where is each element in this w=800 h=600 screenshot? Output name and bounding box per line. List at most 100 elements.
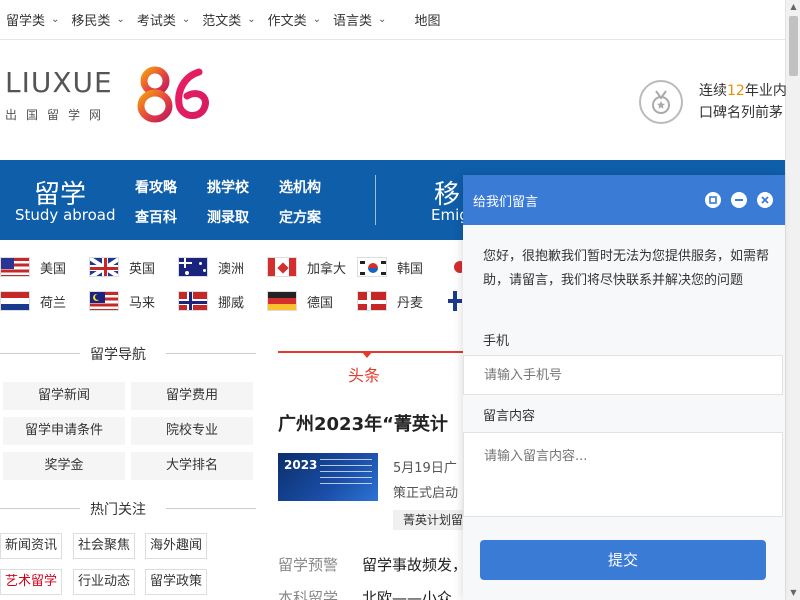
- headline-tab-indicator: [362, 352, 372, 358]
- submit-button[interactable]: 提交: [480, 540, 766, 580]
- message-panel-notice: 您好，很抱歉我们暂时无法为您提供服务，如需帮助，请留言，我们将尽快联系并解决您的…: [483, 249, 770, 288]
- band-link[interactable]: 测录取: [207, 207, 249, 227]
- kr-flag-icon: [357, 257, 387, 277]
- article-tag[interactable]: 菁英计划留: [393, 510, 474, 530]
- country-name: 澳洲: [218, 261, 245, 277]
- minimize-icon[interactable]: [731, 192, 747, 208]
- list-category[interactable]: 本科留学: [278, 587, 338, 600]
- nav-box[interactable]: 留学新闻: [3, 382, 125, 410]
- phone-input[interactable]: [463, 355, 783, 395]
- list-category[interactable]: 留学预警: [278, 554, 338, 575]
- nav-section-title: 留学导航: [90, 347, 146, 363]
- hot-section-title: 热门关注: [90, 502, 146, 518]
- hot-tag[interactable]: 新闻资讯: [0, 533, 63, 559]
- nav-yuyan[interactable]: 语言类 ⌄: [333, 10, 386, 29]
- article-title[interactable]: 广州2023年“菁英计: [278, 410, 448, 436]
- medal-glyph-icon: [652, 90, 670, 114]
- country-item[interactable]: 丹麦: [357, 291, 423, 311]
- logo-86-icon: [137, 66, 209, 123]
- nav-box[interactable]: 奖学金: [3, 452, 125, 480]
- band-link[interactable]: 挑学校: [207, 177, 249, 197]
- band-liuxue-en[interactable]: Study abroad: [15, 206, 116, 224]
- section-divider: [166, 353, 256, 354]
- nav-label: 留学类: [6, 14, 46, 29]
- section-divider: [166, 508, 256, 509]
- my-flag-icon: [89, 291, 119, 311]
- nav-yimin[interactable]: 移民类 ⌄: [71, 10, 124, 29]
- scrollbar-thumb[interactable]: [789, 16, 798, 76]
- jp-flag-icon[interactable]: [448, 257, 462, 277]
- article-summary: 5月19日广: [393, 461, 457, 476]
- country-item[interactable]: 英国: [89, 257, 155, 277]
- band-link[interactable]: 看攻略: [135, 177, 177, 197]
- band-link[interactable]: 定方案: [279, 207, 321, 227]
- no-flag-icon: [178, 291, 208, 311]
- nav-map[interactable]: 地图: [414, 10, 440, 29]
- ca-flag-icon: [267, 257, 297, 277]
- band-link[interactable]: 选机构: [279, 177, 321, 197]
- country-item[interactable]: 韩国: [357, 257, 423, 277]
- content-label: 留言内容: [483, 409, 536, 424]
- message-panel: 给我们留言 您好，很抱歉我们暂时无法为您提供服务，如需帮助，请留言，我们将尽快联…: [463, 175, 785, 600]
- fi-flag-icon[interactable]: [448, 291, 462, 311]
- band-link[interactable]: 查百科: [135, 207, 177, 227]
- article-thumbnail[interactable]: 2023: [278, 453, 378, 501]
- hot-tag[interactable]: 海外趣闻: [145, 533, 208, 559]
- page-scrollbar[interactable]: ▲ ▼: [785, 0, 800, 600]
- nav-box[interactable]: 院校专业: [131, 417, 253, 445]
- country-item[interactable]: 挪威: [178, 291, 244, 311]
- restore-icon[interactable]: [705, 192, 721, 208]
- scroll-down-icon[interactable]: ▼: [786, 586, 800, 600]
- nav-zuowen[interactable]: 作文类 ⌄: [268, 10, 321, 29]
- message-panel-title: 给我们留言: [473, 195, 539, 210]
- slogan-line1: 连续12年业内: [699, 80, 787, 102]
- country-item[interactable]: 加拿大: [267, 257, 346, 277]
- logo-subtitle: 出国留学网: [5, 108, 111, 122]
- tab-headline[interactable]: 头条: [348, 362, 380, 386]
- us-flag-icon: [0, 257, 30, 277]
- chevron-down-icon: ⌄: [181, 14, 191, 25]
- content-textarea[interactable]: [463, 432, 783, 517]
- country-name: 韩国: [397, 261, 424, 277]
- band-divider: [375, 175, 376, 225]
- hot-tag[interactable]: 社会聚焦: [73, 533, 136, 559]
- article-summary-line2: 策正式启动: [393, 486, 459, 501]
- nav-kaoshi[interactable]: 考试类 ⌄: [137, 10, 190, 29]
- scroll-up-icon[interactable]: ▲: [786, 0, 800, 14]
- slogan: 连续12年业内 口碑名列前茅: [699, 80, 787, 124]
- close-icon[interactable]: [757, 192, 773, 208]
- au-flag-icon: [178, 257, 208, 277]
- chevron-down-icon: ⌄: [378, 14, 387, 25]
- uk-flag-icon: [89, 257, 119, 277]
- phone-label: 手机: [483, 334, 510, 349]
- nav-box[interactable]: 留学申请条件: [3, 417, 125, 445]
- country-name: 加拿大: [307, 261, 347, 277]
- chevron-down-icon: ⌄: [247, 14, 256, 25]
- site-logo[interactable]: LIUXUE 出国留学网: [5, 66, 209, 123]
- chevron-down-icon: ⌄: [312, 14, 322, 25]
- nav-box[interactable]: 大学排名: [131, 452, 253, 480]
- nav-liuxue[interactable]: 留学类 ⌄: [6, 10, 59, 29]
- nav-fanwen[interactable]: 范文类 ⌄: [202, 10, 255, 29]
- country-item[interactable]: 澳洲: [178, 257, 244, 277]
- country-item[interactable]: 美国: [0, 257, 66, 277]
- country-item[interactable]: 荷兰: [0, 291, 66, 311]
- list-title[interactable]: 留学事故频发，: [362, 554, 467, 575]
- country-name: 美国: [40, 261, 67, 277]
- list-title[interactable]: 北欧——小众: [362, 587, 452, 600]
- country-name: 丹麦: [397, 295, 424, 311]
- slogan-post: 年业内: [744, 83, 787, 99]
- hot-tag[interactable]: 行业动态: [73, 569, 136, 595]
- logo-word: LIUXUE: [5, 66, 113, 99]
- hot-tag-active[interactable]: 艺术留学: [0, 569, 63, 595]
- country-item[interactable]: 马来: [89, 291, 155, 311]
- nav-label: 移民类: [71, 14, 111, 29]
- hot-tag[interactable]: 留学政策: [145, 569, 208, 595]
- thumbnail-text-lines: [320, 459, 372, 489]
- chevron-down-icon: ⌄: [116, 14, 125, 25]
- country-item[interactable]: 德国: [267, 291, 333, 311]
- nl-flag-icon: [0, 291, 30, 311]
- medal-icon: [639, 80, 683, 124]
- top-nav: 留学类 ⌄ 移民类 ⌄ 考试类 ⌄ 范文类 ⌄ 作文类 ⌄ 语言类 ⌄ 地图: [0, 0, 785, 40]
- nav-box[interactable]: 留学费用: [131, 382, 253, 410]
